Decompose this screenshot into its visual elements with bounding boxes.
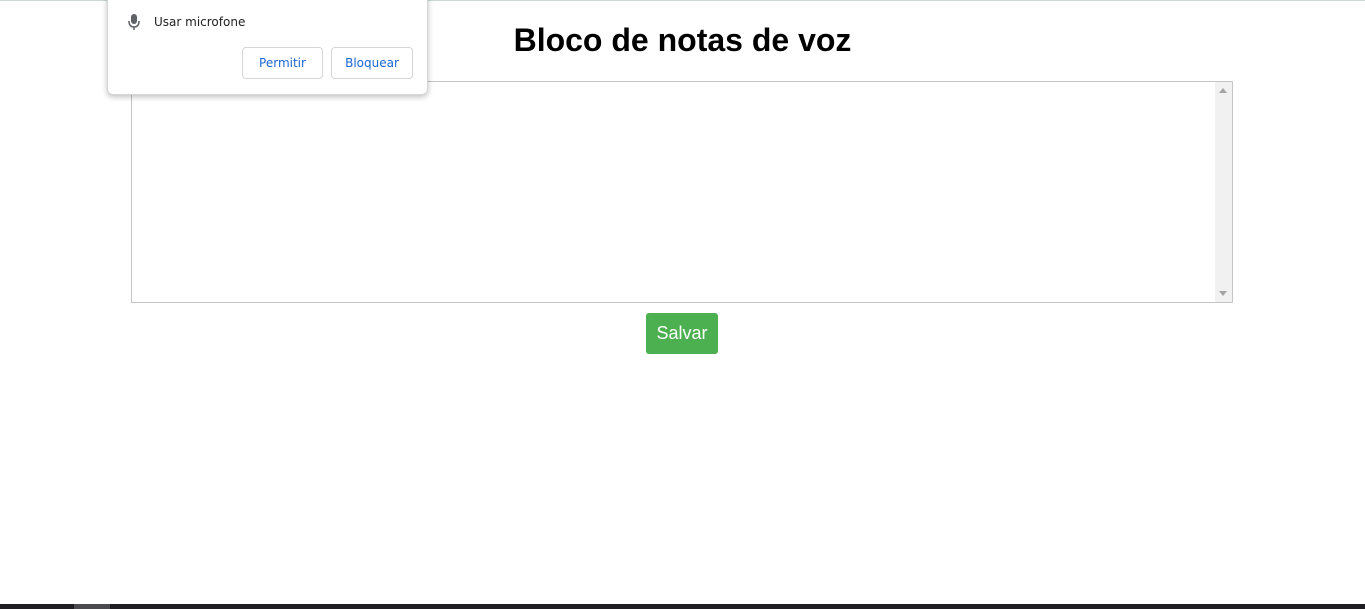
block-button[interactable]: Bloquear xyxy=(331,47,413,79)
note-textarea[interactable] xyxy=(132,82,1216,302)
microphone-permission-popup: Usar microfone Permitir Bloquear xyxy=(107,0,428,95)
allow-button[interactable]: Permitir xyxy=(242,47,323,79)
scroll-down-arrow-icon[interactable] xyxy=(1219,291,1227,296)
save-button[interactable]: Salvar xyxy=(646,313,718,354)
voice-notepad-page: Bloco de notas de voz Salvar Usar microf… xyxy=(0,0,1365,609)
microphone-icon xyxy=(127,13,141,31)
scroll-up-arrow-icon[interactable] xyxy=(1219,88,1227,93)
taskbar xyxy=(0,604,1365,609)
textarea-scrollbar[interactable] xyxy=(1215,82,1232,302)
permission-label: Usar microfone xyxy=(154,15,246,29)
taskbar-active-item[interactable] xyxy=(74,604,110,609)
note-textarea-container xyxy=(131,81,1233,303)
